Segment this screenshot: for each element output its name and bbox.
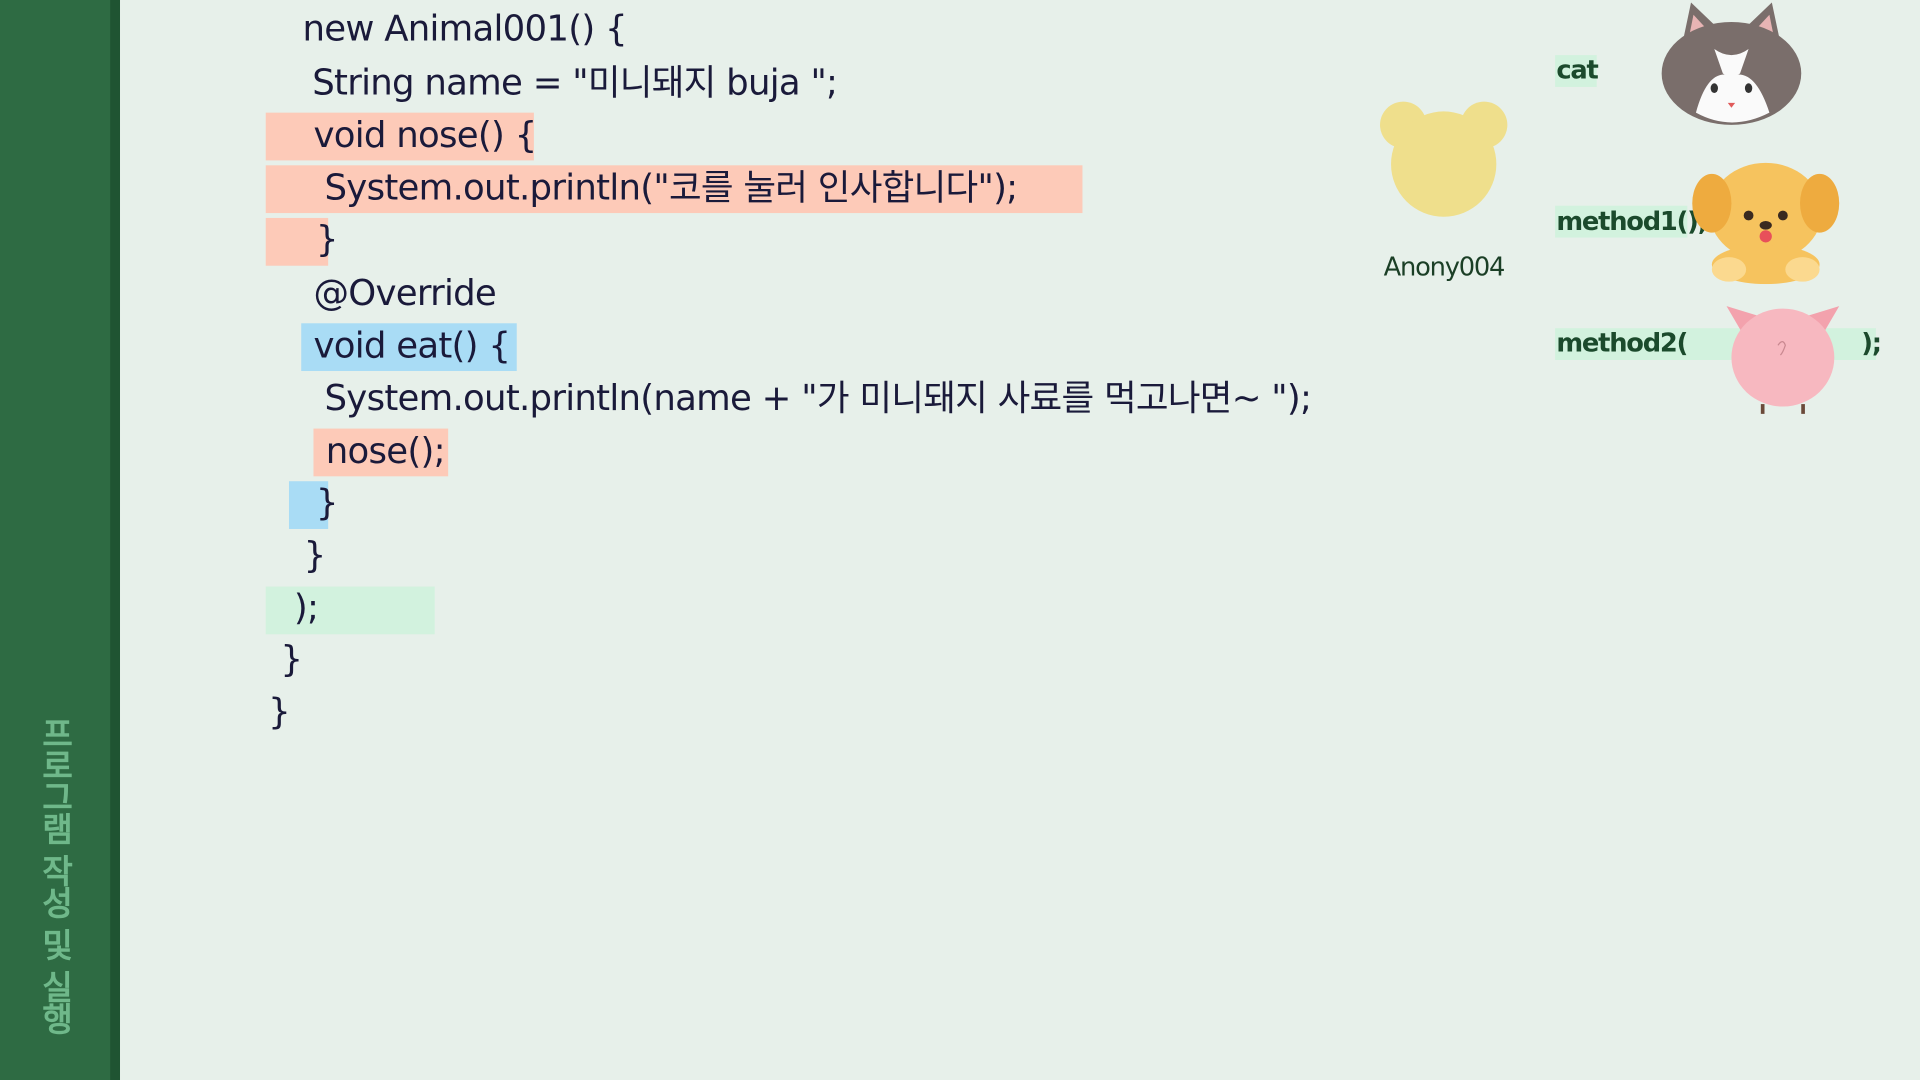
code-line: System.out.println("코를 눌러 인사합니다"); (324, 166, 1018, 209)
code-line: } (315, 481, 339, 523)
code-line: ); (293, 586, 319, 629)
code-line: new Animal001() { (302, 7, 627, 49)
bear-icon (1380, 101, 1508, 217)
code-line: System.out.println(name + "가 미니돼지 사료를 먹고… (324, 377, 1312, 419)
code-line: } (315, 217, 339, 260)
sidebar-title: 프로그램 작성 및 실행 (34, 716, 73, 1034)
code-line: } (303, 533, 327, 576)
code-line: void eat() { (313, 324, 511, 367)
method2-close: ); (1861, 328, 1882, 358)
code-line: } (268, 690, 291, 733)
sidebar-edge (110, 0, 121, 1080)
pig-icon (1726, 306, 1840, 414)
code-line: nose(); (325, 429, 446, 472)
code-line: } (280, 637, 303, 680)
code-line: String name = "미니돼지 buja "; (312, 61, 838, 103)
code-line: void nose() { (313, 113, 537, 156)
code-line: @Override (313, 271, 497, 314)
cat-label: cat (1556, 55, 1598, 85)
cat-icon (1661, 2, 1802, 125)
method2-open: method2( (1556, 328, 1688, 358)
slide: 프로그램 작성 및 실행 new Animal001() { String na… (0, 0, 1920, 1080)
anon-class-label: Anony004 (1383, 252, 1506, 282)
dog-icon (1692, 162, 1840, 285)
highlight-anon-close (265, 586, 435, 635)
method1-label: method1(); (1556, 206, 1708, 237)
sidebar: 프로그램 작성 및 실행 (0, 0, 121, 1080)
